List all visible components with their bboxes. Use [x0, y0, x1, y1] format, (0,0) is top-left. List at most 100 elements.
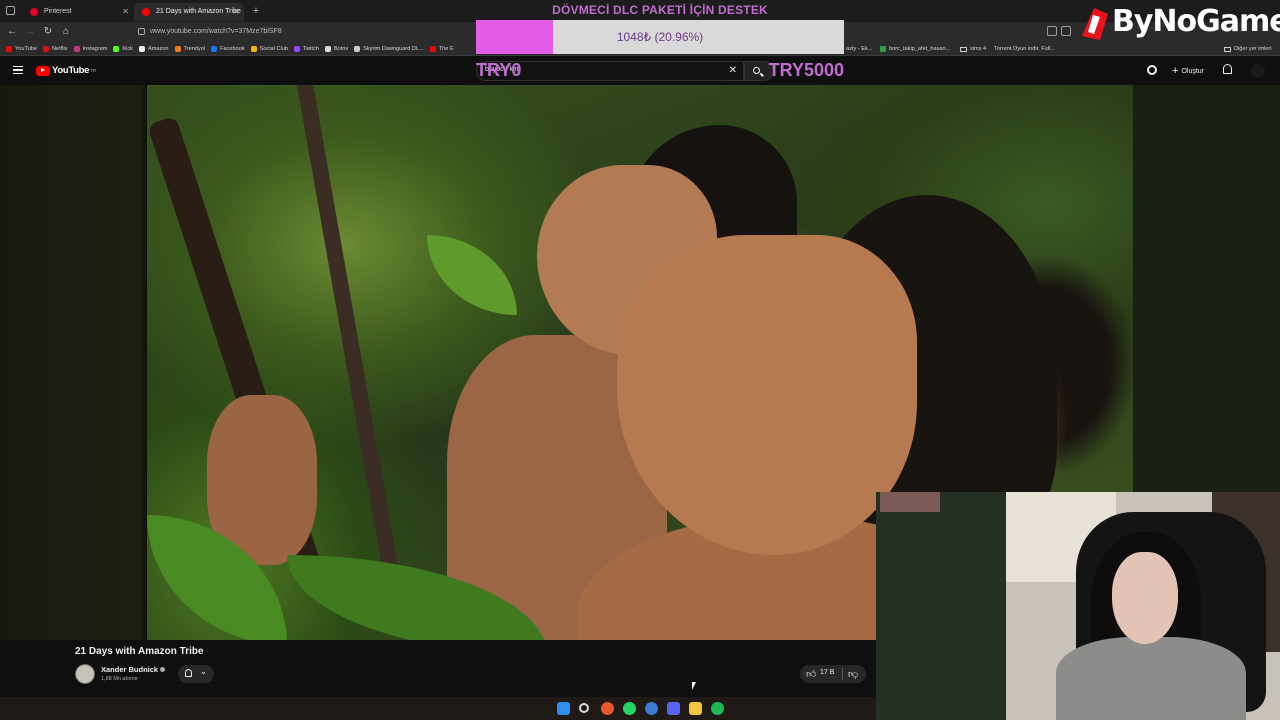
bookmark-trendyol[interactable]: Trendyol [174, 45, 205, 52]
clear-search-icon[interactable]: ✕ [729, 65, 737, 76]
account-avatar[interactable] [1251, 64, 1265, 78]
plus-icon: + [1172, 65, 1179, 77]
search-icon [753, 67, 760, 74]
search-icon[interactable] [579, 703, 589, 713]
tab-pinterest[interactable]: Pinterest ✕ [22, 3, 134, 21]
tab-label: 21 Days with Amazon Tribe [156, 8, 241, 15]
back-icon[interactable]: ← [6, 26, 18, 38]
bookmark-twitch[interactable]: Twitch [293, 45, 319, 52]
bynogame-mark-icon [1082, 8, 1108, 40]
bell-icon [185, 669, 192, 677]
youtube-icon [142, 8, 150, 16]
twitch-icon [293, 45, 300, 52]
video-title: 21 Days with Amazon Tribe [75, 646, 204, 657]
subscription-bell-button[interactable]: ⌄ [178, 665, 214, 683]
bookmark-skyrim[interactable]: Skyrim Dawnguard DL... [354, 45, 424, 52]
donation-progress-bar: 1048₺ (20.96%) [476, 20, 844, 54]
site-info-icon[interactable] [138, 28, 145, 35]
webcam-overlay [876, 492, 1280, 720]
amazon-icon [138, 45, 145, 52]
folder-icon [1224, 46, 1231, 52]
windows-start-icon[interactable] [557, 702, 570, 715]
bynogame-wordmark: ByNoGame [1112, 4, 1280, 39]
forward-icon[interactable]: → [24, 26, 36, 38]
youtube-header: YouTube TR büyücü kim ✕ + Oluştur [0, 57, 1280, 85]
mouse-cursor [692, 682, 700, 690]
bookmark-botrix[interactable]: Botrix [324, 45, 348, 52]
dislike-icon[interactable]: 👎︎ [848, 668, 858, 680]
bookmark-kick[interactable]: Kick [113, 45, 133, 52]
webcam-streamer-body [1056, 637, 1246, 720]
discord-icon[interactable] [667, 702, 680, 715]
firefox-icon[interactable] [601, 702, 614, 715]
extension-icon[interactable] [1047, 26, 1057, 36]
video-frame-leaf [427, 235, 517, 315]
webcam-streamer-face [1112, 552, 1178, 644]
youtube-play-icon [36, 65, 50, 76]
create-button[interactable]: + Oluştur [1166, 63, 1210, 79]
tab-sidebar-icon[interactable] [6, 6, 15, 15]
verified-icon [160, 667, 166, 672]
webcam-wall-left [876, 492, 1006, 720]
bookmark-amazon[interactable]: Amazon [138, 45, 169, 52]
facebook-icon [211, 45, 218, 52]
youtube-icon [6, 45, 12, 52]
whatsapp-icon[interactable] [623, 702, 636, 715]
extension-icon[interactable] [1061, 26, 1071, 36]
botrix-icon [324, 45, 331, 52]
netflix-icon [42, 45, 49, 52]
bookmark-instagram[interactable]: Instagram [73, 45, 107, 52]
steam-icon[interactable] [645, 702, 658, 715]
like-icon[interactable]: 👍︎ [806, 668, 816, 680]
social-club-icon [250, 45, 257, 52]
channel-name[interactable]: Xander Budnick [101, 665, 166, 674]
new-tab-button[interactable]: + [248, 3, 264, 19]
youtube-icon [429, 45, 436, 52]
bookmark-borc-takip[interactable]: borc_takip_afet_hasan... [880, 42, 950, 56]
channel-avatar[interactable] [75, 664, 95, 684]
like-dislike-group: 👍︎ 17 B 👎︎ [800, 665, 866, 683]
kick-icon [113, 45, 120, 52]
menu-icon[interactable] [13, 66, 23, 74]
spotify-icon[interactable] [711, 702, 724, 715]
bookmark-facebook[interactable]: Facebook [211, 45, 245, 52]
youtube-wordmark: YouTube [52, 65, 90, 76]
file-explorer-icon[interactable] [689, 702, 702, 715]
reload-icon[interactable]: ↻ [42, 26, 54, 38]
bookmark-social-club[interactable]: Social Club [250, 45, 288, 52]
instagram-icon [73, 45, 80, 52]
home-icon[interactable]: ⌂ [60, 26, 72, 38]
webcam-wall-picture [880, 492, 940, 512]
bynogame-logo: ByNoGame [1076, 2, 1280, 46]
like-divider [842, 668, 843, 680]
notifications-bell-icon[interactable] [1223, 64, 1232, 74]
region-code: TR [90, 68, 97, 73]
tab-youtube-video[interactable]: 21 Days with Amazon Tribe ✕ [134, 3, 244, 21]
like-count: 17 B [820, 669, 835, 676]
donation-min-label: TRY0 [476, 60, 522, 80]
close-tab-icon[interactable]: ✕ [122, 3, 129, 21]
donation-title: DÖVMECİ DLC PAKETİ İÇİN DESTEK [552, 3, 768, 17]
chevron-down-icon: ⌄ [200, 667, 207, 676]
bookmark-the-e[interactable]: The E [429, 45, 454, 52]
settings-gear-icon[interactable] [1147, 65, 1157, 75]
player-side-panel [1133, 85, 1280, 492]
bookmark-torrent[interactable]: Torrent Oyun indir, Full... [994, 42, 1055, 56]
pinterest-icon [30, 8, 38, 16]
close-tab-icon[interactable]: ✕ [232, 3, 239, 21]
donation-max-label: TRY5000 [768, 60, 844, 80]
bookmark-netflix[interactable]: Netflix [42, 45, 68, 52]
donation-progress-text: 1048₺ (20.96%) [616, 30, 704, 44]
bookmark-sims-4[interactable]: sims 4 [960, 42, 986, 56]
url-text: www.youtube.com/watch?v=37Mze7blSF8 [150, 28, 282, 35]
skyrim-icon [354, 45, 361, 52]
trendyol-icon [174, 45, 181, 52]
bookmark-youtube[interactable]: YouTube [6, 45, 37, 52]
address-field[interactable]: www.youtube.com/watch?v=37Mze7blSF8 [136, 25, 476, 39]
subscriber-count: 1,88 Mn abone [101, 676, 138, 682]
youtube-logo[interactable]: YouTube TR [36, 65, 96, 76]
bookmark-asty[interactable]: asty - Ek... [846, 42, 872, 56]
donation-goal-widget: DÖVMECİ DLC PAKETİ İÇİN DESTEK 1048₺ (20… [476, 0, 844, 80]
sheets-icon [880, 46, 886, 52]
folder-icon [960, 46, 967, 52]
